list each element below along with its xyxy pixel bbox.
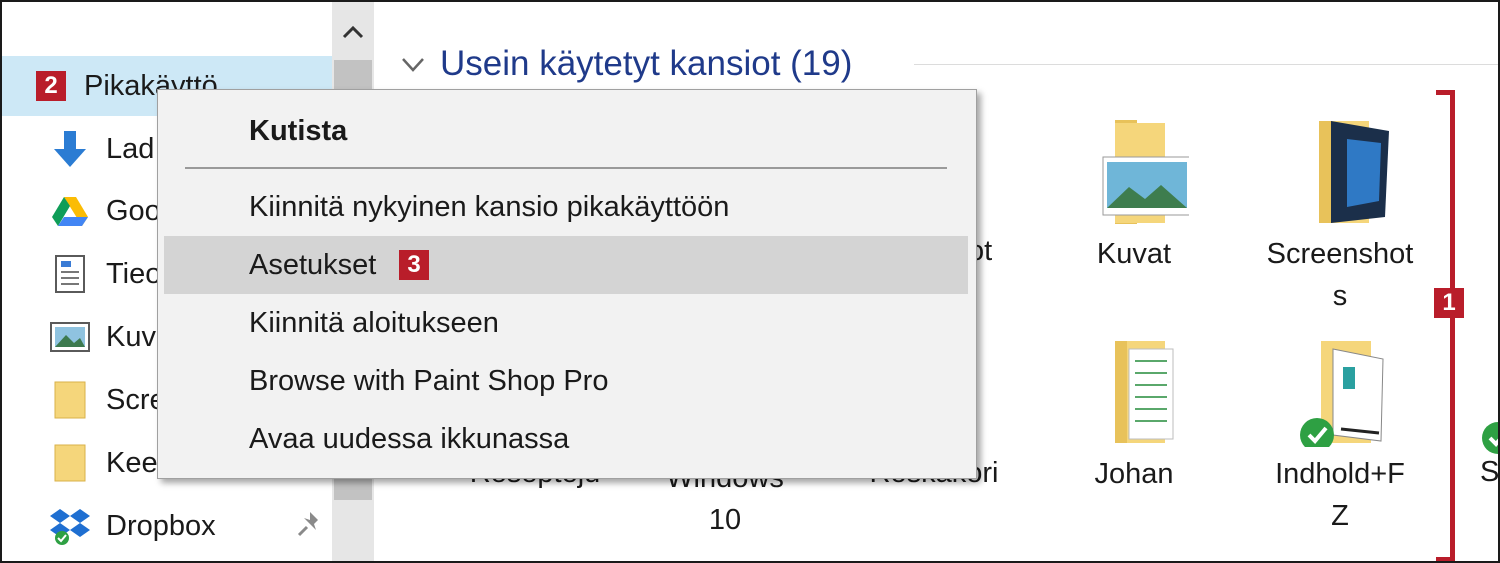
callout-bracket-1	[1436, 90, 1455, 561]
menu-item-pin-to-start[interactable]: Kiinnitä aloitukseen	[164, 294, 968, 352]
menu-item-open-new-window[interactable]: Avaa uudessa ikkunassa	[164, 410, 968, 468]
document-icon	[50, 254, 90, 294]
folder-label: Indhold+F Z	[1275, 458, 1405, 532]
section-divider	[914, 64, 1498, 65]
frequent-folders-header[interactable]: Usein käytetyt kansiot (19)	[400, 40, 852, 88]
folder-tile-kuvat[interactable]: Kuvat	[1054, 117, 1214, 275]
folder-label: Screenshot s	[1266, 238, 1414, 312]
menu-item-label: Kiinnitä aloitukseen	[249, 306, 499, 339]
scroll-up-button[interactable]	[332, 12, 374, 52]
documents-folder-icon	[1079, 337, 1189, 447]
menu-item-label: Kiinnitä nykyinen kansio pikakäyttöön	[249, 190, 730, 223]
folder-label: Johan	[1094, 458, 1174, 490]
folder-icon	[50, 380, 90, 420]
menu-separator	[185, 167, 947, 169]
screenshots-folder-icon	[1285, 117, 1395, 227]
menu-item-label: Browse with Paint Shop Pro	[249, 364, 609, 397]
synced-folder-icon	[1285, 337, 1395, 452]
dropbox-icon	[50, 506, 90, 546]
folder-label-partial: S	[1480, 456, 1500, 488]
folder-tile-partial[interactable]: S	[1480, 420, 1500, 540]
callout-badge-3: 3	[399, 250, 429, 280]
sidebar-item-label: Kee	[106, 446, 158, 479]
menu-item-options[interactable]: Asetukset 3	[164, 236, 968, 294]
menu-item-label: Kutista	[249, 114, 348, 147]
callout-badge-2: 2	[36, 71, 66, 101]
context-menu: Kutista Kiinnitä nykyinen kansio pikakäy…	[157, 89, 977, 479]
sidebar-item-label: Dropbox	[106, 509, 216, 542]
sidebar-item-label: Kuv	[106, 320, 156, 353]
folder-tile-indhold-fz[interactable]: Indhold+F Z	[1260, 337, 1420, 537]
menu-item-label: Asetukset	[249, 248, 377, 281]
menu-item-collapse[interactable]: Kutista	[164, 102, 968, 160]
chevron-down-icon	[402, 58, 424, 72]
folder-label: Kuvat	[1096, 238, 1172, 270]
callout-badge-1: 1	[1434, 288, 1464, 318]
sidebar-item-label: Lad	[106, 132, 155, 165]
menu-item-pin-to-quick-access[interactable]: Kiinnitä nykyinen kansio pikakäyttöön	[164, 178, 968, 236]
download-arrow-icon	[50, 129, 90, 169]
chevron-up-icon	[342, 25, 364, 39]
folder-tile-johan[interactable]: Johan	[1054, 337, 1214, 495]
google-drive-icon	[50, 191, 90, 231]
folder-tile-screenshots[interactable]: Screenshot s	[1260, 117, 1420, 317]
section-title: Usein käytetyt kansiot (19)	[440, 44, 853, 83]
menu-item-label: Avaa uudessa ikkunassa	[249, 422, 570, 455]
menu-item-browse-paint-shop-pro[interactable]: Browse with Paint Shop Pro	[164, 352, 968, 410]
file-explorer-window: 2 Pikakäyttö Lad Goo Tieo Kuv Scre Kee D…	[0, 0, 1500, 563]
sidebar-item-label: Goo	[106, 194, 161, 227]
sync-check-icon	[1482, 422, 1498, 454]
folder-icon	[50, 443, 90, 483]
pictures-folder-icon	[1079, 117, 1196, 227]
sidebar-item-dropbox[interactable]: Dropbox	[2, 496, 332, 556]
sidebar-item-label: Tieo	[106, 257, 162, 290]
pin-icon[interactable]	[296, 510, 324, 538]
pictures-icon	[50, 317, 90, 357]
